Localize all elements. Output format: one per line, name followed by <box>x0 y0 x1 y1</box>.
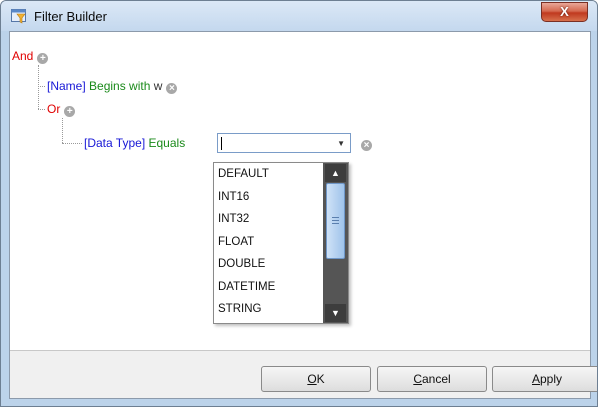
condition-row: [Name] Begins with w × <box>47 79 178 94</box>
condition-field[interactable]: [Name] <box>47 79 86 93</box>
filter-builder-icon <box>11 9 26 24</box>
tree-line <box>62 143 82 144</box>
condition-field[interactable]: [Data Type] <box>84 136 145 150</box>
tree-line <box>38 65 39 109</box>
chevron-down-icon[interactable]: ▼ <box>337 139 345 148</box>
ok-mnemonic: O <box>307 372 317 386</box>
ok-button[interactable]: OK <box>261 366 371 392</box>
apply-mnemonic: A <box>531 372 540 386</box>
value-dropdown-list: DEFAULT INT16 INT32 FLOAT DOUBLE DATETIM… <box>213 162 349 324</box>
scroll-down-icon[interactable]: ▼ <box>325 304 346 322</box>
grip-icon <box>332 217 339 224</box>
condition-operator[interactable]: Begins with <box>89 79 150 93</box>
apply-label: pply <box>540 372 563 386</box>
tree-line <box>62 118 63 143</box>
cancel-button[interactable]: Cancel <box>377 366 487 392</box>
tree-line <box>38 109 45 110</box>
dropdown-item[interactable]: DATETIME <box>214 276 322 299</box>
dropdown-item[interactable]: INT32 <box>214 208 322 231</box>
dropdown-scrollbar[interactable]: ▲ ▼ <box>323 163 348 323</box>
close-button[interactable]: X <box>541 2 588 22</box>
dropdown-item[interactable]: INT16 <box>214 186 322 209</box>
dialog-client-area: And + [Name] Begins with w × Or + [Data Typ… <box>9 31 597 399</box>
condition-value[interactable]: w <box>154 79 163 93</box>
dropdown-item[interactable]: DOUBLE <box>214 253 322 276</box>
filter-tree-canvas: And + [Name] Begins with w × Or + [Data Typ… <box>10 32 590 350</box>
tree-line <box>38 86 45 87</box>
dropdown-item[interactable]: STRING <box>214 298 322 321</box>
scroll-up-icon[interactable]: ▲ <box>325 164 346 182</box>
cancel-label: ancel <box>421 372 451 386</box>
window-title: Filter Builder <box>34 9 107 24</box>
ok-label: K <box>316 372 325 386</box>
add-condition-icon[interactable]: + <box>64 106 76 117</box>
condition-operator[interactable]: Equals <box>149 136 186 150</box>
apply-button[interactable]: Apply <box>492 366 597 392</box>
filter-root-group: And + <box>12 49 49 64</box>
button-bar: OK Cancel Apply <box>10 350 597 398</box>
remove-condition-icon[interactable]: × <box>361 140 372 151</box>
subgroup-operator[interactable]: Or <box>47 102 60 116</box>
remove-condition-icon[interactable]: × <box>166 83 178 94</box>
condition-row: [Data Type] Equals <box>84 136 185 151</box>
scrollbar-thumb[interactable] <box>326 183 345 259</box>
text-caret <box>221 137 222 150</box>
title-bar[interactable]: Filter Builder X <box>1 1 597 31</box>
cancel-mnemonic: C <box>413 372 422 386</box>
dropdown-item[interactable]: FLOAT <box>214 231 322 254</box>
add-condition-icon[interactable]: + <box>37 53 49 64</box>
filter-subgroup: Or + <box>47 102 76 117</box>
value-combobox[interactable]: ▼ <box>217 133 351 153</box>
dropdown-item[interactable]: DEFAULT <box>214 163 322 186</box>
root-group-operator[interactable]: And <box>12 49 33 63</box>
filter-builder-window: Filter Builder X And + [Name] Begins with… <box>0 0 598 407</box>
